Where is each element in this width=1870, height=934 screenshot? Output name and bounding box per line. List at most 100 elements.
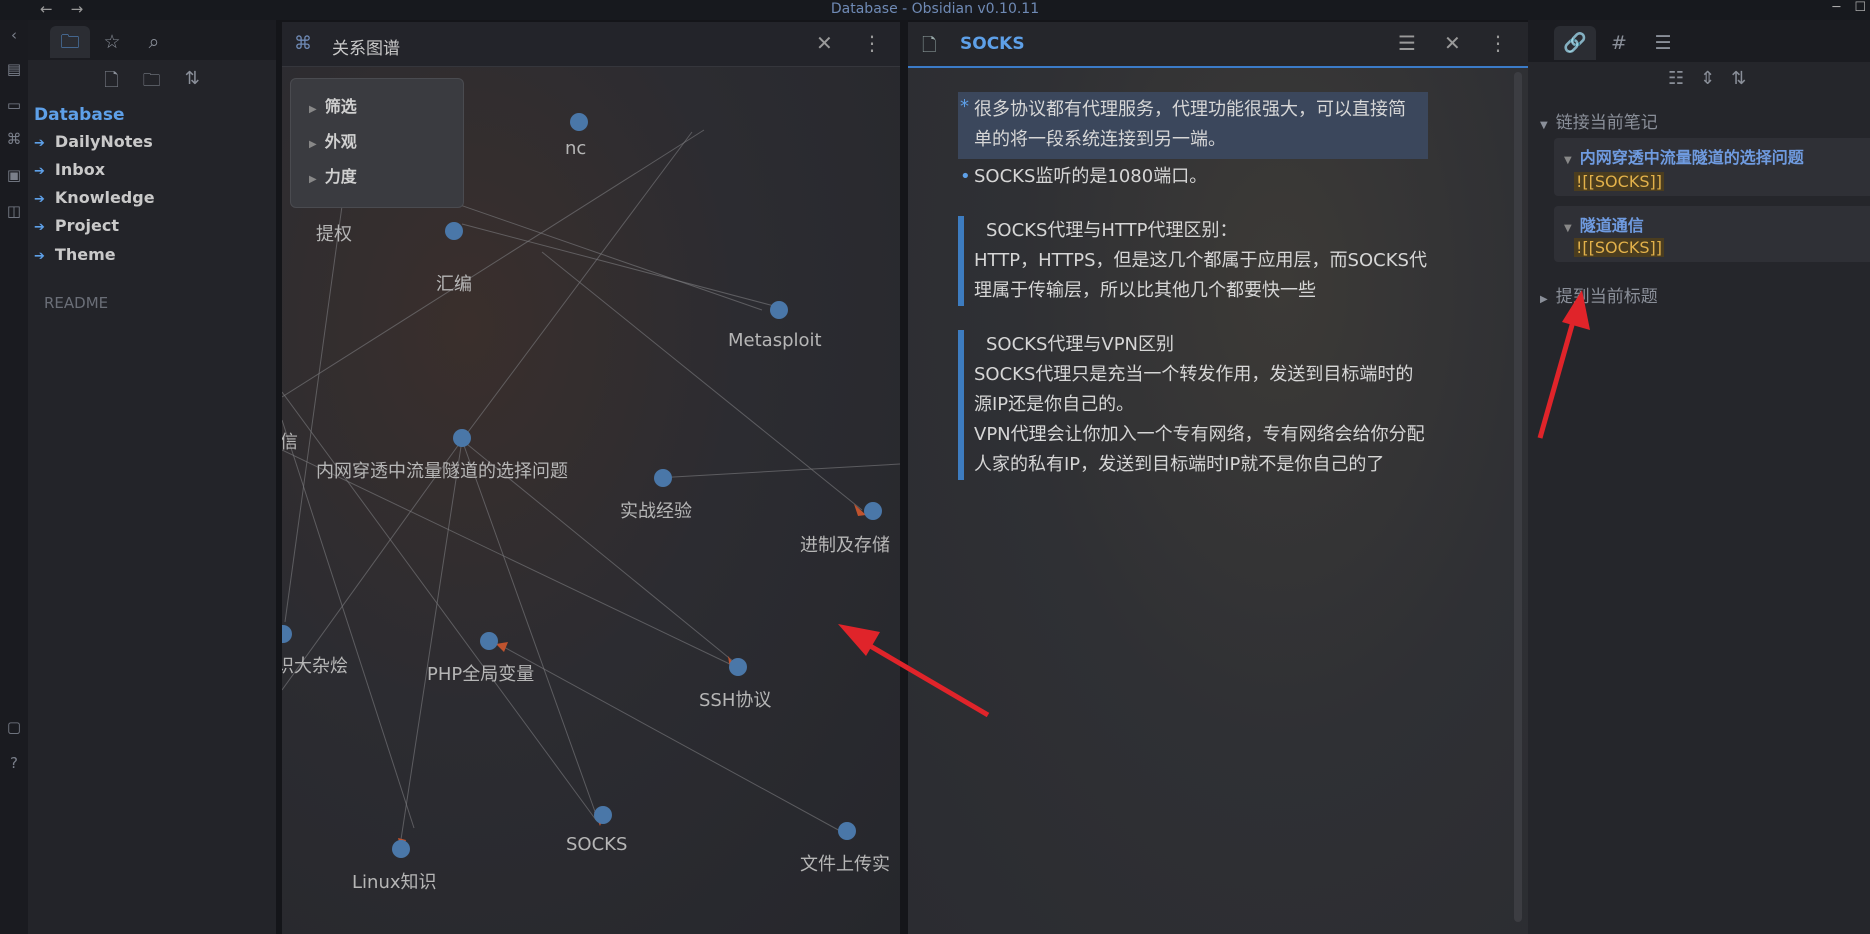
graph-node-file-upload[interactable] (838, 822, 856, 840)
calendar-icon[interactable]: ▣ (5, 166, 23, 184)
help-icon[interactable]: ? (5, 754, 23, 772)
backlink-snippet[interactable]: ![[SOCKS]] (1574, 172, 1664, 191)
folder-arrow-icon: ➔ (34, 136, 45, 151)
blockquote-heading: SOCKS代理与HTTP代理区别： (986, 220, 1238, 241)
star-tab-icon[interactable]: ☆ (92, 26, 132, 58)
graph-edge (284, 205, 343, 623)
graph-icon[interactable]: ⌘ (5, 130, 23, 148)
dice-icon[interactable]: ◫ (5, 202, 23, 220)
graph-node-metasploit[interactable] (770, 301, 788, 319)
files-tab-icon[interactable]: 🗀 (50, 26, 90, 58)
folder-knowledge[interactable]: ➔ Knowledge (34, 188, 155, 207)
vault-switch-icon[interactable]: ▢ (5, 718, 23, 736)
expand-triangle-icon: ▶ (309, 174, 317, 185)
expand-icon[interactable]: ⇕ (1700, 68, 1715, 89)
back-arrow-icon[interactable]: ← (40, 0, 53, 18)
document-icon[interactable]: ▭ (5, 96, 23, 114)
collapse-chevron-icon[interactable]: ‹ (5, 26, 23, 44)
forward-arrow-icon[interactable]: → (71, 0, 84, 18)
backlink-title: ▼ 内网穿透中流量隧道的选择问题 (1564, 148, 1804, 167)
vault-name[interactable]: Database (34, 105, 124, 125)
graph-edge (399, 439, 463, 847)
graph-node-label: Metasploit (728, 330, 822, 351)
scrollbar[interactable] (1514, 72, 1522, 922)
graph-node-label: SSH协议 (699, 690, 772, 711)
graph-node-label: 内网穿透中流量隧道的选择问题 (316, 461, 568, 482)
backlink-title: ▼ 隧道通信 (1564, 216, 1644, 235)
window-title: Database - Obsidian v0.10.11 (830, 1, 1040, 17)
backlink-item[interactable]: ▼ 隧道通信 ![[SOCKS]] (1554, 206, 1870, 262)
blockquote-line: SOCKS代理只是充当一个转发作用，发送到目标端时的源IP还是你自己的。 (974, 364, 1414, 415)
collapse-triangle-icon: ▼ (1540, 120, 1548, 131)
folder-arrow-icon: ➔ (34, 220, 45, 235)
backlink-item[interactable]: ▼ 内网穿透中流量隧道的选择问题 ![[SOCKS]] (1554, 138, 1870, 196)
more-options-icon[interactable]: ⋮ (1488, 31, 1508, 55)
search-tab-icon[interactable]: ⌕ (134, 26, 174, 58)
graph-edge (655, 463, 900, 479)
graph-edge (461, 131, 693, 441)
reading-mode-icon[interactable]: ☰ (1398, 31, 1416, 55)
graph-node-intranet-tunnel[interactable] (453, 429, 471, 447)
graph-node-socks[interactable] (594, 806, 612, 824)
graph-node-label: SOCKS (566, 834, 628, 855)
graph-node-label: 文件上传实 (800, 854, 890, 875)
outline-tab-icon[interactable]: ☰ (1642, 26, 1684, 60)
graph-node-practice[interactable] (654, 469, 672, 487)
graph-control-appearance[interactable]: ▶ 外观 (309, 128, 357, 152)
graph-node-php-globals[interactable] (480, 632, 498, 650)
graph-edge (501, 645, 843, 833)
sort-icon[interactable]: ⇅ (185, 68, 200, 98)
unlinked-mentions-heading[interactable]: ▶ 提到当前标题 (1540, 282, 1658, 307)
right-sidebar-tabs: 🔗 # ☰ (1528, 20, 1870, 62)
maximize-icon[interactable]: ☐ (1854, 0, 1866, 15)
note-body[interactable]: * 很多协议都有代理服务，代理功能很强大，可以直接简单的将一段系统连接到另一端。 … (958, 92, 1428, 480)
graph-node-base-storage[interactable] (864, 502, 882, 520)
folder-arrow-icon: ➔ (34, 249, 45, 264)
table-icon[interactable]: ▤ (5, 60, 23, 78)
collapse-triangle-icon: ▼ (1564, 223, 1572, 234)
tags-tab-icon[interactable]: # (1598, 26, 1640, 60)
close-icon[interactable]: ✕ (1444, 31, 1461, 55)
graph-node-assembly[interactable] (445, 222, 463, 240)
new-note-icon[interactable]: 🗋 (104, 68, 118, 98)
minimize-icon[interactable]: ─ (1833, 0, 1841, 15)
graph-node-linux[interactable] (392, 840, 410, 858)
folder-project[interactable]: ➔ Project (34, 216, 119, 235)
graph-node-label: 汇编 (436, 274, 472, 295)
pane-divider[interactable] (900, 20, 908, 934)
backlinks-tab-icon[interactable]: 🔗 (1554, 26, 1596, 60)
folder-arrow-icon: ➔ (34, 164, 45, 179)
list-item-highlighted: * 很多协议都有代理服务，代理功能很强大，可以直接简单的将一段系统连接到另一端。 (958, 92, 1428, 159)
title-bar: Database - Obsidian v0.10.11 (0, 0, 1870, 20)
graph-node-label: PHP全局变量 (427, 664, 535, 685)
graph-node-label: 实战经验 (620, 501, 692, 522)
folder-theme[interactable]: ➔ Theme (34, 245, 116, 264)
collapse-results-icon[interactable]: ☷ (1668, 68, 1684, 89)
graph-node-nc[interactable] (570, 113, 588, 131)
backlink-snippet[interactable]: ![[SOCKS]] (1574, 238, 1664, 257)
expand-triangle-icon: ▶ (309, 139, 317, 150)
bullet-marker: • (960, 166, 971, 187)
note-header: 🗋 SOCKS ☰ ✕ ⋮ (908, 22, 1528, 68)
left-sidebar-tabs: 🗀 ☆ ⌕ (28, 20, 276, 60)
sort-icon[interactable]: ⇅ (1731, 68, 1746, 89)
folder-dailynotes[interactable]: ➔ DailyNotes (34, 132, 153, 151)
linked-mentions-heading[interactable]: ▼ 链接当前笔记 (1540, 108, 1658, 133)
collapse-triangle-icon: ▼ (1564, 155, 1572, 166)
expand-triangle-icon: ▶ (309, 104, 317, 115)
folder-inbox[interactable]: ➔ Inbox (34, 160, 105, 179)
graph-view-pane: ⌘ 关系图谱 ✕ ⋮ nc 提权 汇编 Metasploit 信 内网穿透中流量… (282, 22, 900, 934)
graph-node-label: 提权 (316, 224, 352, 245)
graph-control-forces[interactable]: ▶ 力度 (309, 163, 357, 187)
blockquote-http: SOCKS代理与HTTP代理区别： HTTP，HTTPS，但是这几个都属于应用层… (958, 216, 1428, 306)
file-readme[interactable]: README (44, 294, 108, 312)
blockquote-heading: SOCKS代理与VPN区别 (986, 334, 1175, 355)
graph-node-ssh[interactable] (729, 658, 747, 676)
ribbon: ‹ ▤ ▭ ⌘ ▣ ◫ ▢ ? (0, 20, 28, 934)
expand-triangle-icon: ▶ (1540, 294, 1548, 305)
window-controls: ─ ☐ (1833, 0, 1866, 15)
graph-control-filter[interactable]: ▶ 筛选 (309, 93, 357, 117)
graph-node-label: 进制及存储 (800, 535, 890, 556)
graph-node-label: nc (565, 138, 587, 159)
new-folder-icon[interactable]: 🗀 (143, 68, 161, 98)
